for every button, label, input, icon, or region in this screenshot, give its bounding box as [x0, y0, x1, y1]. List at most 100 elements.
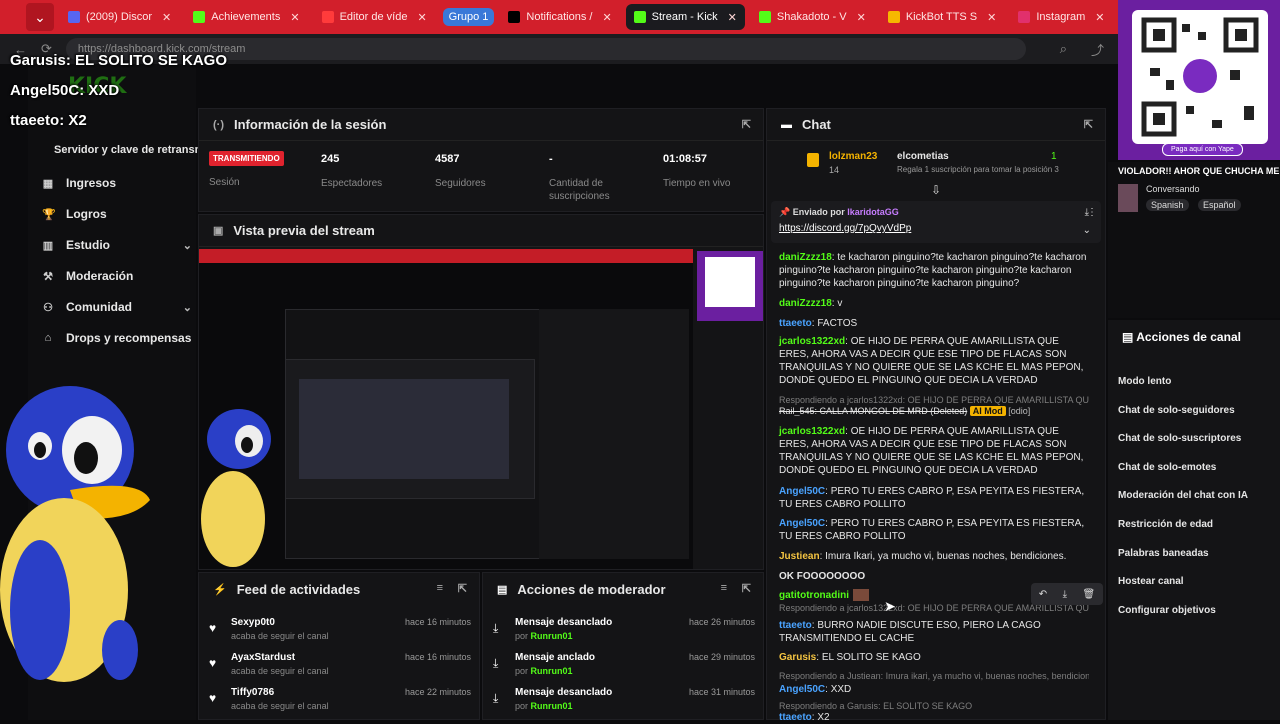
close-icon[interactable]: ✕	[602, 11, 611, 24]
channel-action-item[interactable]: Chat de solo-emotes	[1118, 462, 1216, 473]
chat-message[interactable]: Garusis: EL SOLITO SE KAGO	[779, 651, 1089, 664]
close-icon[interactable]: ✕	[290, 11, 299, 24]
browser-tab[interactable]: Achievements ✕	[185, 4, 307, 30]
chat-username[interactable]: daniZzzz18	[779, 252, 832, 263]
filter-icon[interactable]: ≡	[721, 582, 727, 594]
mod-actions-title: Acciones de moderador	[517, 581, 666, 597]
popout-icon[interactable]: ⇱	[458, 582, 467, 595]
channel-action-item[interactable]: Hostear canal	[1118, 576, 1184, 587]
more-icon[interactable]: ⋮	[1087, 207, 1097, 218]
tab-label: Shakadoto - V	[776, 11, 847, 23]
browser-tab[interactable]: Stream - Kick ✕	[625, 4, 745, 30]
sidebar-item-ingresos[interactable]: ▦ Ingresos	[42, 176, 192, 190]
sidebar-header[interactable]: Servidor y clave de retransn	[54, 144, 201, 156]
pinned-by-user[interactable]: IkaridotaGG	[847, 207, 899, 217]
close-icon[interactable]: ✕	[987, 11, 996, 24]
tab-label: Editor de víde	[339, 11, 408, 23]
browser-tab[interactable]: Instagram ✕	[1010, 4, 1112, 30]
chat-message[interactable]: daniZzzz18: v	[779, 297, 1089, 310]
feed-user[interactable]: AyaxStardust	[231, 652, 295, 663]
chat-username[interactable]: ttaeeto	[779, 712, 812, 723]
chat-username[interactable]: Garusis	[779, 652, 816, 663]
channel-action-item[interactable]: Moderación del chat con IA	[1118, 490, 1248, 501]
chat-message[interactable]: daniZzzz18: te kacharon pinguino?te kach…	[779, 251, 1089, 290]
zoom-icon[interactable]: ⌕	[1060, 41, 1067, 57]
chat-username[interactable]: Angel50C	[779, 486, 825, 497]
moderator-name[interactable]: Runrun01	[531, 631, 573, 641]
tag-spanish[interactable]: Spanish	[1146, 199, 1189, 211]
pin-icon[interactable]: ⤓	[1063, 589, 1067, 600]
popout-icon[interactable]: ⇱	[742, 582, 751, 595]
browser-tab[interactable]: Editor de víde ✕	[314, 4, 435, 30]
browser-tab-bar: ⌄ (2009) Discor ✕ Achievements ✕ Editor de v…	[0, 0, 1280, 34]
feed-row: ♥ AyaxStardust acaba de seguir el canal hac…	[209, 652, 471, 686]
close-icon[interactable]: ✕	[417, 11, 426, 24]
feed-user[interactable]: Sexyp0t0	[231, 617, 275, 628]
tag-espanol[interactable]: Español	[1198, 199, 1241, 211]
reply-reference[interactable]: Respondiendo a Justiean: Imura ikari, ya…	[779, 671, 1089, 681]
category-name[interactable]: Conversando	[1146, 184, 1200, 194]
channel-action-item[interactable]: Restricción de edad	[1118, 519, 1213, 530]
close-icon[interactable]: ✕	[1095, 11, 1104, 24]
sidebar-item-drops[interactable]: ⌂ Drops y recompensas	[42, 331, 192, 345]
tab-search-button[interactable]: ⌄	[26, 3, 54, 31]
close-icon[interactable]: ✕	[857, 11, 866, 24]
sidebar-item-estudio[interactable]: ▥ Estudio ⌄	[42, 238, 192, 252]
close-icon[interactable]: ✕	[162, 11, 171, 24]
sidebar-item-moderación[interactable]: ⚒ Moderación	[42, 269, 192, 283]
popout-icon[interactable]: ⇱	[742, 118, 751, 131]
chat-message[interactable]: Angel50C: PERO TU ERES CABRO P, ESA PEYI…	[779, 517, 1089, 543]
chat-message[interactable]: Angel50C: XXD	[779, 683, 1089, 696]
chat-username[interactable]: ttaeeto	[779, 620, 812, 631]
chat-message[interactable]: Angel50C: PERO TU ERES CABRO P, ESA PEYI…	[779, 485, 1089, 511]
moderator-name[interactable]: Runrun01	[531, 701, 573, 711]
chat-message[interactable]: jcarlos1322xd: OE HIJO DE PERRA QUE AMAR…	[779, 335, 1089, 387]
pinned-link[interactable]: https://discord.gg/7pQvyVdPp	[779, 223, 911, 234]
top-gifter-name[interactable]: lolzman23	[829, 151, 877, 162]
popout-icon[interactable]: ⇱	[1084, 118, 1093, 131]
chat-message[interactable]: Justiean: Imura Ikari, ya mucho vi, buen…	[779, 550, 1089, 563]
feed-user[interactable]: Tiffy0786	[231, 687, 274, 698]
chat-message[interactable]: ttaeeto: BURRO NADIE DISCUTE ESO, PIERO …	[779, 619, 1089, 645]
stream-preview-video[interactable]	[199, 249, 693, 569]
channel-action-item[interactable]: Chat de solo-seguidores	[1118, 405, 1235, 416]
channel-action-item[interactable]: Palabras baneadas	[1118, 548, 1209, 559]
browser-tab[interactable]: Notifications / ✕	[500, 4, 619, 30]
chat-message[interactable]: OK FOOOOOOOO	[779, 570, 1089, 583]
chat-username[interactable]: ttaeeto	[779, 318, 812, 329]
mod-action-name: Mensaje anclado	[515, 652, 596, 663]
sidebar-item-comunidad[interactable]: ⚇ Comunidad ⌄	[42, 300, 192, 314]
chat-message[interactable]: ttaeeto: FACTOS	[779, 317, 1089, 330]
chat-username[interactable]: gatitotronadini	[779, 590, 849, 601]
reply-icon[interactable]: ↶	[1039, 589, 1047, 600]
moderator-name[interactable]: Runrun01	[531, 666, 573, 676]
pin-icon: ⤓	[493, 656, 499, 670]
channel-action-item[interactable]: Chat de solo-suscriptores	[1118, 433, 1241, 444]
chat-username[interactable]: Angel50C	[779, 518, 825, 529]
reply-reference[interactable]: Respondiendo a jcarlos1322xd: OE HIJO DE…	[779, 395, 1089, 405]
chat-username[interactable]: Justiean	[779, 551, 820, 562]
browser-tab[interactable]: Shakadoto - V ✕	[751, 4, 874, 30]
chat-username[interactable]: jcarlos1322xd	[779, 426, 845, 437]
collapse-chevron-icon[interactable]: ⌄	[1083, 225, 1091, 236]
chat-message[interactable]: ttaeeto: X2	[779, 711, 1089, 724]
expand-chevron-icon[interactable]: ⇩	[931, 183, 941, 197]
chat-username[interactable]: daniZzzz18	[779, 298, 832, 309]
channel-action-item[interactable]: Configurar objetivos	[1118, 605, 1216, 616]
tab-group-label[interactable]: Grupo 1	[442, 8, 495, 26]
browser-tab[interactable]: (2009) Discor ✕	[60, 4, 179, 30]
share-icon[interactable]: ⤴	[1091, 40, 1104, 59]
chat-text: BURRO NADIE DISCUTE ESO, PIERO LA CAGO T…	[779, 620, 1041, 644]
chevron-down-icon: ⌄	[182, 301, 192, 314]
chat-username[interactable]: jcarlos1322xd	[779, 336, 845, 347]
filter-icon[interactable]: ≡	[437, 582, 443, 594]
chat-message[interactable]: jcarlos1322xd: OE HIJO DE PERRA QUE AMAR…	[779, 425, 1089, 477]
sidebar-item-logros[interactable]: 🏆 Logros	[42, 207, 192, 221]
chat-username[interactable]: OK FOOOOOOOO	[779, 571, 865, 582]
channel-action-item[interactable]: Modo lento	[1118, 376, 1171, 387]
close-icon[interactable]: ✕	[728, 11, 737, 24]
reply-reference[interactable]: Respondiendo a Garusis: EL SOLITO SE KAG…	[779, 701, 1089, 711]
chat-username[interactable]: Angel50C	[779, 684, 825, 695]
browser-tab[interactable]: KickBot TTS S ✕	[880, 4, 1005, 30]
trash-icon[interactable]: 🗑	[1083, 589, 1096, 600]
